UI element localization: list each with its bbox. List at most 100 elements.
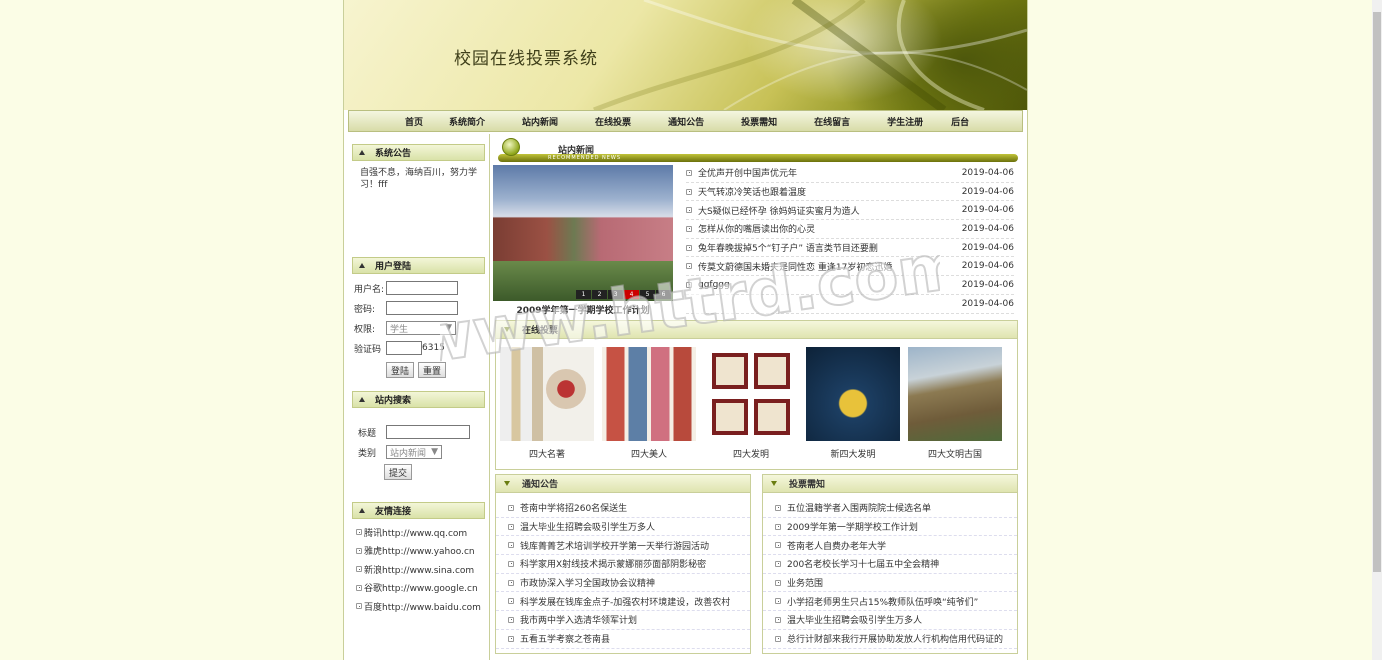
link-item[interactable]: 百度http://www.baidu.com [348, 597, 489, 616]
search-title-label: 标题 [358, 428, 377, 439]
password-input[interactable] [386, 301, 458, 315]
captcha-label: 验证码 [354, 344, 382, 355]
nav-register[interactable]: 学生注册 [887, 115, 923, 128]
login-button[interactable]: 登陆 [386, 362, 415, 378]
news-item[interactable]: 2019-04-06 [686, 295, 1014, 314]
vote-item[interactable]: 四大美人 [598, 347, 700, 460]
vote-notes-header: 投票需知 [763, 475, 1017, 493]
search-type-select[interactable]: 站内新闻 ▼ [386, 445, 442, 459]
vote-image [806, 347, 900, 441]
news-header: 站内新闻 RECOMMENDED NEWS [498, 136, 1018, 162]
captcha-input[interactable] [386, 341, 422, 355]
notice-item-text: 市政协深入学习全国政协会议精神 [520, 579, 656, 590]
news-item[interactable]: 传莫文蔚德国未婚夫是同性恋 重逢17岁初恋迅婚 2019-04-06 [686, 257, 1014, 277]
link-item[interactable]: 雅虎http://www.yahoo.cn [348, 542, 489, 561]
notice-item-text: 五看五学考察之苍南县 [520, 635, 611, 646]
triangle-icon [359, 508, 365, 513]
pager-item-active[interactable]: 4 [624, 290, 639, 299]
notices-title: 通知公告 [522, 480, 559, 490]
pager-item[interactable]: 1 [576, 290, 591, 299]
vote-note-text: 五位温籍学者入围两院院士候选名单 [787, 504, 932, 515]
search-input[interactable] [386, 425, 470, 439]
vote-note-item[interactable]: 小学招老师男生只占15%教师队伍呼唤“纯爷们” [763, 592, 1017, 612]
notices-header: 通知公告 [496, 475, 750, 493]
pager-item[interactable]: 5 [640, 290, 655, 299]
bullet-icon [775, 504, 781, 511]
bullet-icon [356, 584, 362, 591]
globe-icon [502, 138, 520, 156]
vote-note-item[interactable]: 总行计财部来我行开展协助发放人行机构信用代码证的 [763, 630, 1017, 649]
scrollbar-thumb[interactable] [1373, 12, 1381, 572]
pager-item[interactable]: 2 [592, 290, 607, 299]
news-item[interactable]: 大S疑似已经怀孕 徐妈妈证实蜜月为造人 2019-04-06 [686, 201, 1014, 221]
nav-intro[interactable]: 系统简介 [449, 115, 485, 128]
role-select[interactable]: 学生 ▼ [386, 321, 456, 335]
username-input[interactable] [386, 281, 458, 295]
vote-item[interactable]: 新四大发明 [802, 347, 904, 460]
vote-note-item[interactable]: 200名老校长学习十七届五中全会精神 [763, 555, 1017, 574]
notice-item[interactable]: 五看五学考察之苍南县 [496, 630, 750, 649]
news-item[interactable]: 怎样从你的嘴唇读出你的心灵 2019-04-06 [686, 220, 1014, 239]
page-container: 校园在线投票系统 首页 系统简介 站内新闻 在线投票 通知公告 投票需知 在线留… [343, 0, 1028, 660]
news-item[interactable]: 兔年春晚拔掉5个“钉子户” 语言类节目还要删 2019-04-06 [686, 239, 1014, 258]
pager-item[interactable]: 3 [608, 290, 623, 299]
bullet-icon [775, 616, 781, 623]
left-sidebar: 系统公告 自强不息，海纳百川，努力学习！fff 用户登陆 用户名: 密码: 权限… [348, 134, 490, 660]
vote-header: 在线投票 [496, 321, 1017, 339]
nav-notice[interactable]: 通知公告 [668, 115, 704, 128]
notice-item[interactable]: 我市两中学入选清华领军计划 [496, 611, 750, 630]
news-item-date: 2019-04-06 [961, 242, 1014, 253]
news-item-title: 怎样从你的嘴唇读出你的心灵 [698, 225, 816, 236]
bullet-icon [775, 579, 781, 586]
news-item-title: 传莫文蔚德国未婚夫是同性恋 重逢17岁初恋迅婚 [698, 262, 893, 273]
news-item[interactable]: ggfggg 2019-04-06 [686, 276, 1014, 295]
triangle-icon [504, 481, 510, 486]
vote-note-item[interactable]: 业务范围 [763, 574, 1017, 593]
vote-note-item[interactable]: 温大毕业生招聘会吸引学生万多人 [763, 611, 1017, 630]
news-item[interactable]: 全优声开创中国声优元年 2019-04-06 [686, 164, 1014, 183]
search-type-label: 类别 [358, 448, 377, 459]
vote-box: 在线投票 四大名著 四大美人 四大发明 新四大发明 四大文明古国 [495, 320, 1018, 470]
captcha-code: 6315 [422, 343, 445, 353]
vote-note-item[interactable]: 五位温籍学者入围两院院士候选名单 [763, 499, 1017, 518]
triangle-icon [359, 263, 365, 268]
news-item-date: 2019-04-06 [961, 279, 1014, 290]
link-item[interactable]: 新浪http://www.sina.com [348, 560, 489, 579]
vote-item[interactable]: 四大名著 [496, 347, 598, 460]
slideshow-caption[interactable]: 2009学年第一学期学校工作计划 [493, 303, 673, 316]
notice-text: 自强不息，海纳百川，努力学习！fff [360, 168, 478, 190]
vote-item[interactable]: 四大发明 [700, 347, 802, 460]
nav-vote-notes[interactable]: 投票需知 [741, 115, 777, 128]
vote-title: 在线投票 [522, 326, 559, 336]
vote-notes-list: 五位温籍学者入围两院院士候选名单 2009学年第一学期学校工作计划 苍南老人自费… [763, 493, 1017, 649]
page-scrollbar[interactable] [1372, 0, 1382, 660]
news-item-date: 2019-04-06 [961, 223, 1014, 234]
dropdown-arrow-icon: ▼ [431, 447, 438, 457]
submit-button[interactable]: 提交 [384, 464, 413, 480]
nav-news[interactable]: 站内新闻 [522, 115, 558, 128]
vote-gallery: 四大名著 四大美人 四大发明 新四大发明 四大文明古国 [496, 339, 1017, 460]
nav-admin[interactable]: 后台 [951, 115, 969, 128]
notice-item[interactable]: 市政协深入学习全国政协会议精神 [496, 574, 750, 593]
notice-item[interactable]: 科学发展在钱库金点子-加强农村环境建设，改善农村 [496, 592, 750, 612]
link-item[interactable]: 谷歌http://www.google.cn [348, 579, 489, 598]
nav-home[interactable]: 首页 [405, 115, 423, 128]
nav-message[interactable]: 在线留言 [814, 115, 850, 128]
bullet-icon [686, 169, 692, 176]
nav-vote[interactable]: 在线投票 [595, 115, 631, 128]
link-item[interactable]: 腾讯http://www.qq.com [348, 523, 489, 542]
notice-item[interactable]: 苍南中学将招260名保送生 [496, 499, 750, 518]
notice-item[interactable]: 温大毕业生招聘会吸引学生万多人 [496, 518, 750, 537]
vote-note-item[interactable]: 2009学年第一学期学校工作计划 [763, 518, 1017, 537]
triangle-icon [504, 327, 510, 332]
news-slideshow[interactable]: 1 2 3 4 5 6 [493, 165, 673, 301]
reset-button[interactable]: 重置 [418, 362, 447, 378]
bullet-icon [356, 547, 362, 554]
news-item[interactable]: 天气转凉冷笑话也跟着温度 2019-04-06 [686, 183, 1014, 202]
notice-item[interactable]: 科学家用X射线技术揭示蒙娜丽莎面部阴影秘密 [496, 555, 750, 574]
pager-item[interactable]: 6 [656, 290, 671, 299]
vote-item[interactable]: 四大文明古国 [904, 347, 1006, 460]
notice-item-text: 科学家用X射线技术揭示蒙娜丽莎面部阴影秘密 [520, 560, 707, 571]
vote-note-item[interactable]: 苍南老人自费办老年大学 [763, 536, 1017, 556]
notice-item[interactable]: 钱库菁菁艺术培训学校开学第一天举行游园活动 [496, 536, 750, 556]
